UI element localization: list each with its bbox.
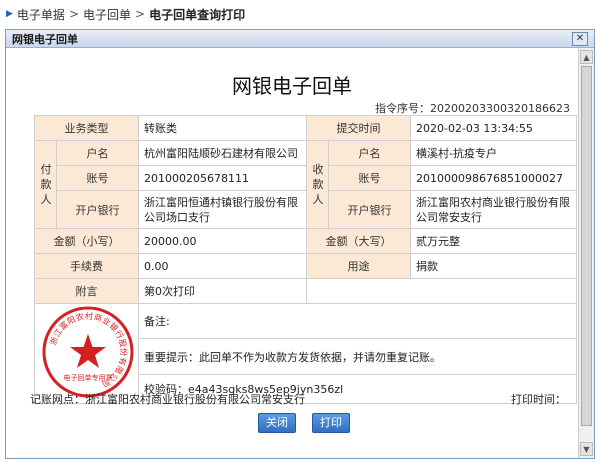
table-row: 手续费 0.00 用途 捐款 [34, 253, 577, 279]
purpose-label: 用途 [306, 253, 411, 279]
payee-account-value: 201000098676851000027 [410, 165, 577, 191]
breadcrumb-item-receipts[interactable]: 电子回单 [83, 6, 131, 23]
fee-value: 0.00 [138, 253, 307, 279]
biz-type-label: 业务类型 [34, 115, 139, 141]
empty-cell [306, 278, 577, 304]
seal-cell: 浙江富阳农村商业银行股份有限公司 电子回单专用章 [34, 303, 139, 404]
close-button[interactable]: 关闭 [258, 413, 296, 433]
payee-account-label: 账号 [328, 165, 411, 191]
payer-bank-label: 开户银行 [56, 190, 139, 229]
payee-bank-label: 开户银行 [328, 190, 411, 229]
breadcrumb-separator: > [68, 7, 79, 21]
dialog-titlebar: 网银电子回单 ✕ [6, 30, 594, 48]
payer-account-label: 账号 [56, 165, 139, 191]
purpose-value: 捐款 [410, 253, 577, 279]
play-arrow-icon: ▶ [6, 9, 13, 19]
dialog-title: 网银电子回单 [12, 32, 78, 46]
payee-name-value: 横溪村-抗疫专户 [410, 140, 577, 166]
breadcrumb: ▶ 电子单据 > 电子回单 > 电子回单查询打印 [0, 0, 600, 28]
biz-type-value: 转账类 [138, 115, 307, 141]
branch-info: 记账网点：浙江富阳农村商业银行股份有限公司常安支行 [30, 393, 305, 406]
table-row: 业务类型 转账类 提交时间 2020-02-03 13:34:55 [34, 115, 577, 141]
breadcrumb-separator: > [135, 7, 146, 21]
payee-side-label: 收款人 [306, 140, 329, 229]
breadcrumb-item-documents[interactable]: 电子单据 [17, 6, 65, 23]
amount-small-label: 金额（小写） [34, 228, 139, 254]
receipt-dialog: 网银电子回单 ✕ 网银电子回单 指令序号：2020020330032018662… [5, 29, 595, 459]
receipt-table: 业务类型 转账类 提交时间 2020-02-03 13:34:55 付款人 户名… [34, 115, 577, 405]
payer-name-value: 杭州富阳陆顺砂石建材有限公司 [138, 140, 307, 166]
print-button[interactable]: 打印 [312, 413, 350, 433]
remark-cell: 备注: [138, 302, 577, 340]
payer-side-label: 付款人 [34, 140, 57, 229]
payer-account-value: 201000205678111 [138, 165, 307, 191]
breadcrumb-current: 电子回单查询打印 [149, 7, 246, 22]
scroll-thumb[interactable] [581, 66, 592, 426]
print-time: 打印时间： [511, 393, 566, 406]
table-row: 附言 第0次打印 [34, 278, 577, 304]
table-row: 浙江富阳农村商业银行股份有限公司 电子回单专用章 备注: [34, 302, 577, 404]
postscript-label: 附言 [34, 278, 139, 304]
payee-name-label: 户名 [328, 140, 411, 166]
scroll-down-icon[interactable]: ▼ [580, 442, 593, 456]
fee-label: 手续费 [34, 253, 139, 279]
serial-number: 指令序号：20200203300320186623 [375, 100, 570, 116]
table-row: 账号 201000205678111 账号 201000098676851000… [35, 165, 577, 191]
table-row: 开户银行 浙江富阳恒通村镇银行股份有限公司场口支行 开户银行 浙江富阳农村商业银… [35, 190, 577, 229]
payee-bank-value: 浙江富阳农村商业银行股份有限公司常安支行 [410, 190, 577, 229]
receipt-title: 网银电子回单 [232, 74, 352, 98]
payer-name-label: 户名 [56, 140, 139, 166]
bank-seal: 浙江富阳农村商业银行股份有限公司 电子回单专用章 [42, 306, 134, 398]
vertical-scrollbar[interactable]: ▲ ▼ [578, 48, 594, 458]
svg-text:电子回单专用章: 电子回单专用章 [64, 373, 113, 382]
close-icon[interactable]: ✕ [572, 31, 588, 46]
serial-label: 指令序号： [375, 102, 431, 115]
payer-bank-value: 浙江富阳恒通村镇银行股份有限公司场口支行 [138, 190, 307, 229]
dialog-content: 网银电子回单 指令序号：20200203300320186623 业务类型 转账… [6, 48, 578, 458]
amount-big-value: 贰万元整 [410, 228, 577, 254]
table-row: 金额（小写） 20000.00 金额（大写） 贰万元整 [34, 228, 577, 254]
scroll-up-icon[interactable]: ▲ [580, 50, 593, 64]
serial-value: 20200203300320186623 [430, 102, 570, 115]
table-row: 付款人 户名 杭州富阳陆顺砂石建材有限公司 收款人 户名 横溪村-抗疫专户 [34, 140, 577, 229]
amount-small-value: 20000.00 [138, 228, 307, 254]
postscript-value: 第0次打印 [138, 278, 307, 304]
warning-cell: 重要提示：此回单不作为收款方发货依据，并请勿重复记账。 [138, 338, 577, 375]
submit-time-value: 2020-02-03 13:34:55 [410, 115, 577, 141]
amount-big-label: 金额（大写） [306, 228, 411, 254]
submit-time-label: 提交时间 [306, 115, 411, 141]
